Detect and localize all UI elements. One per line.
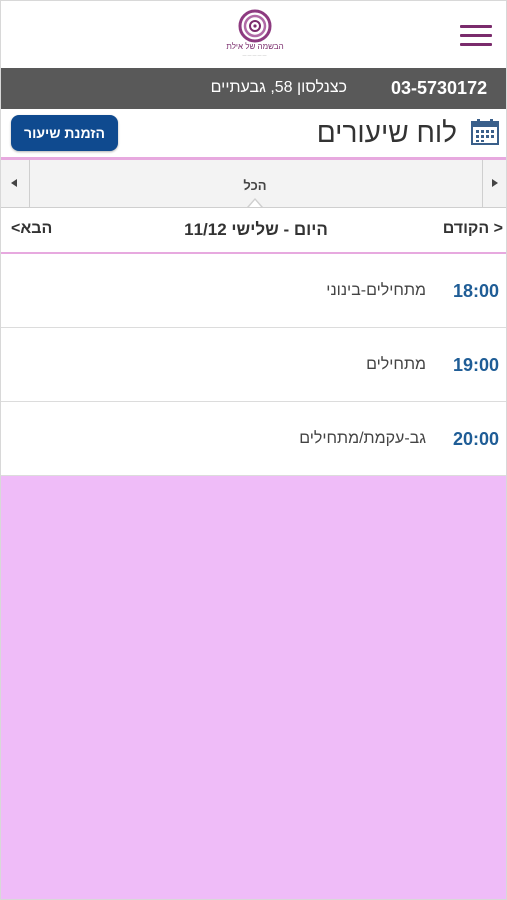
app-frame: הבשמה של אילת ————— 03-5730172 כצנלסון 5…: [0, 0, 507, 900]
page-title: לוח שיעורים: [316, 117, 457, 148]
lesson-time: 19:00: [452, 355, 499, 375]
lesson-time: 18:00: [452, 281, 499, 301]
menu-icon-line: [460, 34, 492, 37]
logo-mark-icon: [238, 9, 272, 43]
address: כצנלסון 58, גבעתיים: [210, 79, 347, 96]
filter-item-all[interactable]: הכל: [223, 178, 287, 193]
logo-text: הבשמה של אילת: [226, 42, 284, 51]
chevron-left-icon[interactable]: [1, 160, 30, 207]
menu-icon[interactable]: [460, 25, 492, 47]
chevron-left-icon: <: [11, 220, 21, 237]
menu-icon-line: [460, 25, 492, 28]
page-header: הזמנת שיעור לוח שיעורים: [1, 109, 506, 160]
lesson-row[interactable]: 20:00 גב-עקמת/מתחילים: [1, 402, 506, 476]
day-title: היום - שלישי 11/12: [184, 220, 328, 239]
next-day-link[interactable]: <הבא: [11, 220, 71, 238]
top-bar: הבשמה של אילת —————: [1, 1, 506, 68]
lesson-row[interactable]: 18:00 מתחילים-בינוני: [1, 254, 506, 328]
previous-day-link[interactable]: < הקודם: [413, 220, 503, 238]
filter-selected-caret-inner: [249, 200, 261, 207]
calendar-icon: [471, 119, 499, 145]
contact-bar: 03-5730172 כצנלסון 58, גבעתיים: [1, 68, 506, 109]
lesson-name: מתחילים: [366, 356, 426, 373]
day-navigation: < הקודם היום - שלישי 11/12 <הבא: [1, 208, 506, 254]
lesson-name: גב-עקמת/מתחילים: [299, 430, 426, 447]
lesson-time: 20:00: [452, 429, 499, 449]
lesson-name: מתחילים-בינוני: [326, 282, 426, 299]
previous-day-label: הקודם: [442, 220, 490, 237]
chevron-left-icon: <: [489, 220, 503, 237]
next-day-label: הבא: [20, 220, 53, 237]
phone-number[interactable]: 03-5730172: [391, 78, 487, 99]
chevron-right-icon[interactable]: [482, 160, 506, 207]
menu-icon-line: [460, 43, 492, 46]
lesson-list: 18:00 מתחילים-בינוני 19:00 מתחילים 20:00…: [1, 254, 506, 476]
logo[interactable]: הבשמה של אילת —————: [219, 9, 291, 61]
logo-subtext-decoration: —————: [242, 52, 268, 57]
lesson-row[interactable]: 19:00 מתחילים: [1, 328, 506, 402]
book-lesson-button[interactable]: הזמנת שיעור: [11, 115, 118, 151]
